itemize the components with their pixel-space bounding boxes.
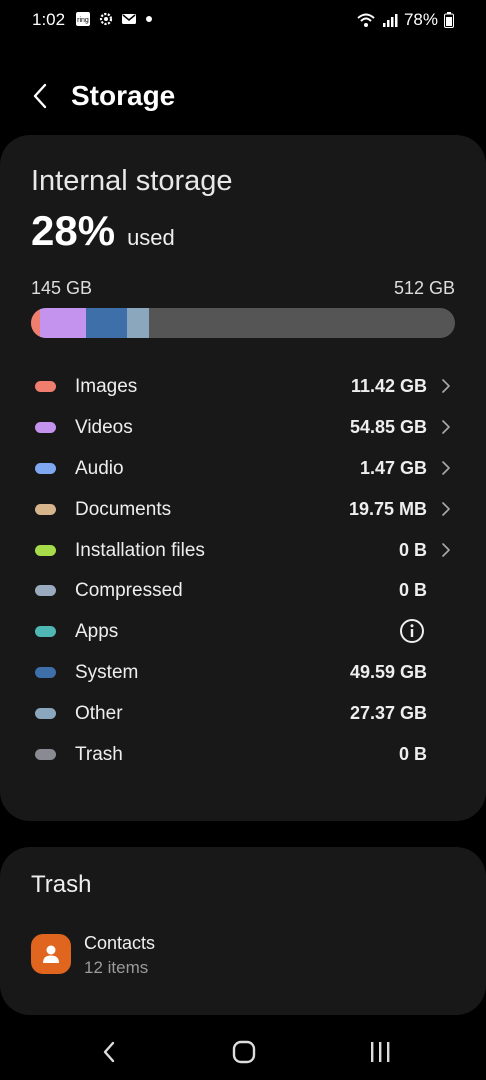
battery-percent: 78% xyxy=(403,10,438,29)
ring-icon: ring xyxy=(76,12,90,26)
storage-category-list: Images 11.42 GB Videos 54.85 GB Audio 1.47 GB… xyxy=(0,367,486,776)
nav-back-button[interactable] xyxy=(93,1036,125,1068)
navigation-bar xyxy=(0,1020,486,1080)
storage-category-system: System 49.59 GB xyxy=(0,653,486,694)
storage-category-audio[interactable]: Audio 1.47 GB xyxy=(0,449,486,490)
storage-category-images[interactable]: Images 11.42 GB xyxy=(0,367,486,408)
chevron-right-icon xyxy=(442,542,450,557)
category-color-dot xyxy=(35,626,56,638)
chevron-right-icon xyxy=(442,460,450,475)
storage-bar-segment-images xyxy=(31,308,41,338)
category-size: 54.85 GB xyxy=(349,416,427,437)
nav-home-button[interactable] xyxy=(228,1036,260,1068)
category-color-dot xyxy=(35,381,56,392)
category-color-dot xyxy=(35,749,56,761)
mail-icon xyxy=(122,14,136,24)
gear-icon xyxy=(99,12,113,26)
storage-category-videos[interactable]: Videos 54.85 GB xyxy=(0,408,486,449)
wifi-icon xyxy=(357,13,375,27)
app-bar: Storage xyxy=(0,72,486,122)
storage-category-apps[interactable]: Apps xyxy=(0,612,486,653)
status-right: 78% xyxy=(356,10,454,30)
battery-icon xyxy=(444,12,454,28)
storage-category-documents[interactable]: Documents 19.75 MB xyxy=(0,490,486,531)
used-label: used xyxy=(127,225,175,250)
info-icon[interactable] xyxy=(399,618,425,644)
back-button[interactable] xyxy=(24,80,56,112)
category-label: Compressed xyxy=(75,580,183,602)
nav-recents-button[interactable] xyxy=(364,1036,396,1068)
chevron-right-icon xyxy=(442,501,450,516)
category-label: Apps xyxy=(75,621,119,643)
category-label: Documents xyxy=(75,498,172,520)
dot-icon xyxy=(146,16,152,22)
storage-bar-segment-system xyxy=(85,308,127,338)
category-label: Images xyxy=(75,376,138,397)
home-icon xyxy=(232,1040,256,1064)
category-label: Trash xyxy=(75,744,123,766)
status-time: 1:02 xyxy=(32,10,66,29)
category-color-dot xyxy=(35,544,56,556)
trash-item-contacts[interactable]: Contacts 12 items xyxy=(0,927,486,983)
trash-title: Trash xyxy=(31,871,92,898)
category-color-dot xyxy=(35,462,56,474)
category-size: 0 B xyxy=(398,539,427,560)
notification-icons: ring xyxy=(75,11,154,27)
storage-category-compressed: Compressed 0 B xyxy=(0,571,486,612)
category-size: 49.59 GB xyxy=(349,662,427,683)
storage-usage-bar xyxy=(31,308,455,338)
category-size: 1.47 GB xyxy=(359,457,427,478)
signal-icon xyxy=(382,14,398,27)
category-label: Audio xyxy=(75,457,124,479)
category-size: 0 B xyxy=(398,744,427,765)
storage-bar-segment-other xyxy=(126,308,150,338)
category-label: Other xyxy=(75,703,123,725)
storage-category-trash: Trash 0 B xyxy=(0,735,486,776)
chevron-right-icon xyxy=(442,420,450,434)
trash-card: Trash Contacts 12 items xyxy=(0,847,486,1015)
chevron-left-icon xyxy=(33,83,47,109)
recents-icon xyxy=(371,1042,390,1062)
trash-item-name: Contacts xyxy=(84,933,156,953)
category-size: 0 B xyxy=(398,580,427,601)
category-color-dot xyxy=(35,503,56,515)
internal-storage-title: Internal storage xyxy=(31,165,233,197)
used-amount: 145 GB xyxy=(31,278,93,298)
status-bar: 1:02 ring 78% xyxy=(0,0,486,40)
category-label: Installation files xyxy=(75,539,205,561)
internal-storage-card: Internal storage 28% used 145 GB 512 GB … xyxy=(0,135,486,821)
storage-category-installation-files[interactable]: Installation files 0 B xyxy=(0,531,486,572)
back-icon xyxy=(103,1041,115,1063)
category-color-dot xyxy=(35,708,56,720)
category-size: 19.75 MB xyxy=(348,498,427,519)
percent-used: 28% xyxy=(31,207,116,254)
category-label: Videos xyxy=(75,416,133,438)
storage-category-other: Other 27.37 GB xyxy=(0,694,486,735)
svg-text:ring: ring xyxy=(77,17,89,24)
page-title: Storage xyxy=(71,80,176,111)
total-amount: 512 GB xyxy=(393,278,455,298)
category-color-dot xyxy=(35,585,56,597)
category-size: 11.42 GB xyxy=(350,376,427,396)
category-label: System xyxy=(75,662,139,684)
contacts-icon xyxy=(31,934,71,974)
usage-summary: 28% used xyxy=(31,207,175,255)
chevron-right-icon xyxy=(442,379,450,393)
storage-bar-segment-videos xyxy=(40,308,86,338)
trash-item-count: 12 items xyxy=(84,958,149,977)
category-color-dot xyxy=(35,667,56,679)
category-size: 27.37 GB xyxy=(349,703,427,724)
category-color-dot xyxy=(35,421,56,433)
